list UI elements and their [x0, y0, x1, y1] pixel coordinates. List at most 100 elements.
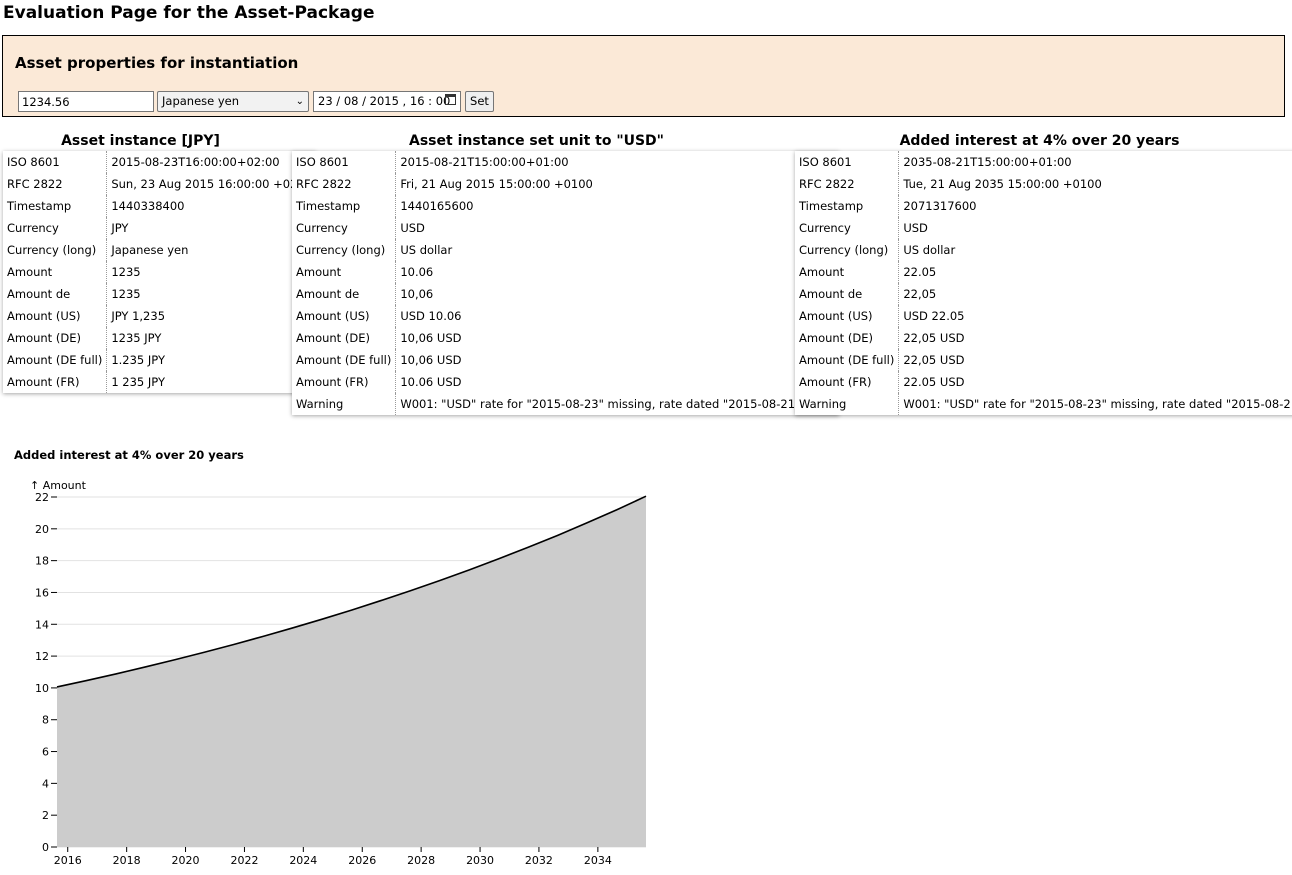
asset-table-interest: ISO 8601 2035-08-21T15:00:00+01:00 RFC 282… — [795, 151, 1292, 415]
row-value: 2071317600 — [903, 199, 977, 213]
row-key: Amount (DE) — [3, 327, 108, 349]
row-value: 1440338400 — [111, 199, 185, 213]
row-value: 22,05 — [903, 287, 937, 301]
table-row: Amount 1235 — [3, 261, 316, 283]
asset-table-jpy: ISO 8601 2015-08-23T16:00:00+02:00 RFC 282… — [3, 151, 317, 393]
y-tick-label: 2 — [42, 809, 49, 822]
row-value: W001: "USD" rate for "2015-08-23" missin… — [400, 397, 836, 411]
row-value: 10,06 USD — [400, 331, 462, 345]
datetime-input[interactable]: 23 / 08 / 2015 , 16 : 00 — [313, 91, 461, 112]
row-value: 22.05 USD — [903, 375, 965, 389]
table-row: Amount (DE) 22,05 USD — [795, 327, 1292, 349]
row-value: 1235 — [111, 265, 141, 279]
table-row: Amount 10.06 — [292, 261, 839, 283]
page-title: Evaluation Page for the Asset-Package — [3, 3, 375, 23]
table-row: ISO 8601 2015-08-23T16:00:00+02:00 — [3, 151, 316, 173]
row-value: US dollar — [903, 243, 956, 257]
area-fill — [57, 496, 646, 847]
row-value: Tue, 21 Aug 2035 15:00:00 +0100 — [903, 177, 1102, 191]
table-row: Amount (FR) 1 235 JPY — [3, 371, 316, 393]
table-row: Timestamp 1440165600 — [292, 195, 839, 217]
table-row: Amount (DE full) 22,05 USD — [795, 349, 1292, 371]
table-row: RFC 2822 Tue, 21 Aug 2035 15:00:00 +0100 — [795, 173, 1292, 195]
y-tick-label: 10 — [35, 682, 49, 695]
row-value: USD — [903, 221, 928, 235]
x-tick-label: 2026 — [348, 854, 376, 867]
row-value: JPY 1,235 — [111, 309, 166, 323]
row-key: Currency (long) — [3, 239, 108, 261]
y-tick-label: 4 — [42, 777, 49, 790]
y-tick-label: 18 — [35, 555, 49, 568]
row-value: 22,05 USD — [903, 353, 965, 367]
table-row: ISO 8601 2035-08-21T15:00:00+01:00 — [795, 151, 1292, 173]
y-tick-label: 16 — [35, 586, 49, 599]
row-key: RFC 2822 — [795, 173, 900, 195]
table-row: Warning W001: "USD" rate for "2015-08-23"… — [795, 393, 1292, 415]
x-tick-label: 2030 — [466, 854, 494, 867]
row-value: 1235 JPY — [111, 331, 162, 345]
calendar-icon[interactable] — [445, 94, 456, 105]
amount-input[interactable] — [18, 91, 154, 112]
row-key: Currency — [3, 217, 108, 239]
row-value: 10.06 — [400, 265, 434, 279]
x-tick-label: 2016 — [54, 854, 82, 867]
row-value: 10.06 USD — [400, 375, 462, 389]
table-row: Amount (FR) 22.05 USD — [795, 371, 1292, 393]
table-row: Amount (DE full) 1.235 JPY — [3, 349, 316, 371]
row-key: Warning — [795, 393, 900, 415]
row-value: 22,05 USD — [903, 331, 965, 345]
table-row: Amount (US) JPY 1,235 — [3, 305, 316, 327]
currency-select[interactable]: Japanese yen ⌄ — [157, 91, 309, 112]
table-row: Currency (long) Japanese yen — [3, 239, 316, 261]
row-value: Fri, 21 Aug 2015 15:00:00 +0100 — [400, 177, 593, 191]
row-key: Amount — [795, 261, 900, 283]
table-row: Currency USD — [292, 217, 839, 239]
x-tick-label: 2024 — [289, 854, 317, 867]
y-tick-label: 0 — [42, 841, 49, 854]
y-axis-label: ↑ Amount — [30, 479, 87, 492]
row-value: 1440165600 — [400, 199, 474, 213]
row-value: USD — [400, 221, 425, 235]
currency-select-value: Japanese yen — [162, 94, 240, 108]
y-tick-label: 12 — [35, 650, 49, 663]
row-key: ISO 8601 — [3, 151, 108, 173]
row-key: Amount (US) — [3, 305, 108, 327]
row-key: Amount (DE) — [292, 327, 397, 349]
row-value: 2015-08-23T16:00:00+02:00 — [111, 155, 280, 169]
row-value: US dollar — [400, 243, 453, 257]
table-row: Amount (DE full) 10,06 USD — [292, 349, 839, 371]
table-row: Amount de 1235 — [3, 283, 316, 305]
y-tick-label: 14 — [35, 618, 49, 631]
row-key: Amount (FR) — [3, 371, 108, 393]
row-value: Japanese yen — [111, 243, 189, 257]
row-key: Amount — [3, 261, 108, 283]
instance-interest-title: Added interest at 4% over 20 years — [899, 133, 1180, 149]
row-key: Currency (long) — [292, 239, 397, 261]
interest-area-chart: 02468101214161820222016 2018 2020 2022 2024 2… — [30, 479, 647, 867]
table-row: Amount (FR) 10.06 USD — [292, 371, 839, 393]
row-key: Amount (FR) — [795, 371, 900, 393]
asset-table-usd: ISO 8601 2015-08-21T15:00:00+01:00 RFC 282… — [292, 151, 840, 415]
y-tick-label: 22 — [35, 491, 49, 504]
row-value: USD 10.06 — [400, 309, 462, 323]
datetime-value: 23 / 08 / 2015 , 16 : 00 — [318, 94, 451, 108]
table-row: Amount de 10,06 — [292, 283, 839, 305]
row-value: Sun, 23 Aug 2015 16:00:00 +0200 — [111, 177, 313, 191]
row-value: 1 235 JPY — [111, 375, 166, 389]
row-key: ISO 8601 — [795, 151, 900, 173]
table-row: Timestamp 1440338400 — [3, 195, 316, 217]
table-row: Amount (US) USD 10.06 — [292, 305, 839, 327]
x-tick-label: 2022 — [230, 854, 258, 867]
table-row: Amount (DE) 10,06 USD — [292, 327, 839, 349]
row-key: Timestamp — [3, 195, 108, 217]
x-tick-label: 2028 — [407, 854, 435, 867]
row-key: Amount (DE full) — [3, 349, 108, 371]
row-key: Amount (US) — [795, 305, 900, 327]
row-key: Warning — [292, 393, 397, 415]
asset-properties-panel: Asset properties for instantiation Japan… — [2, 35, 1285, 117]
row-key: Amount (DE) — [795, 327, 900, 349]
row-key: Timestamp — [292, 195, 397, 217]
y-tick-label: 20 — [35, 523, 49, 536]
set-button[interactable]: Set — [465, 91, 494, 112]
instance-usd-title: Asset instance set unit to "USD" — [409, 133, 664, 149]
